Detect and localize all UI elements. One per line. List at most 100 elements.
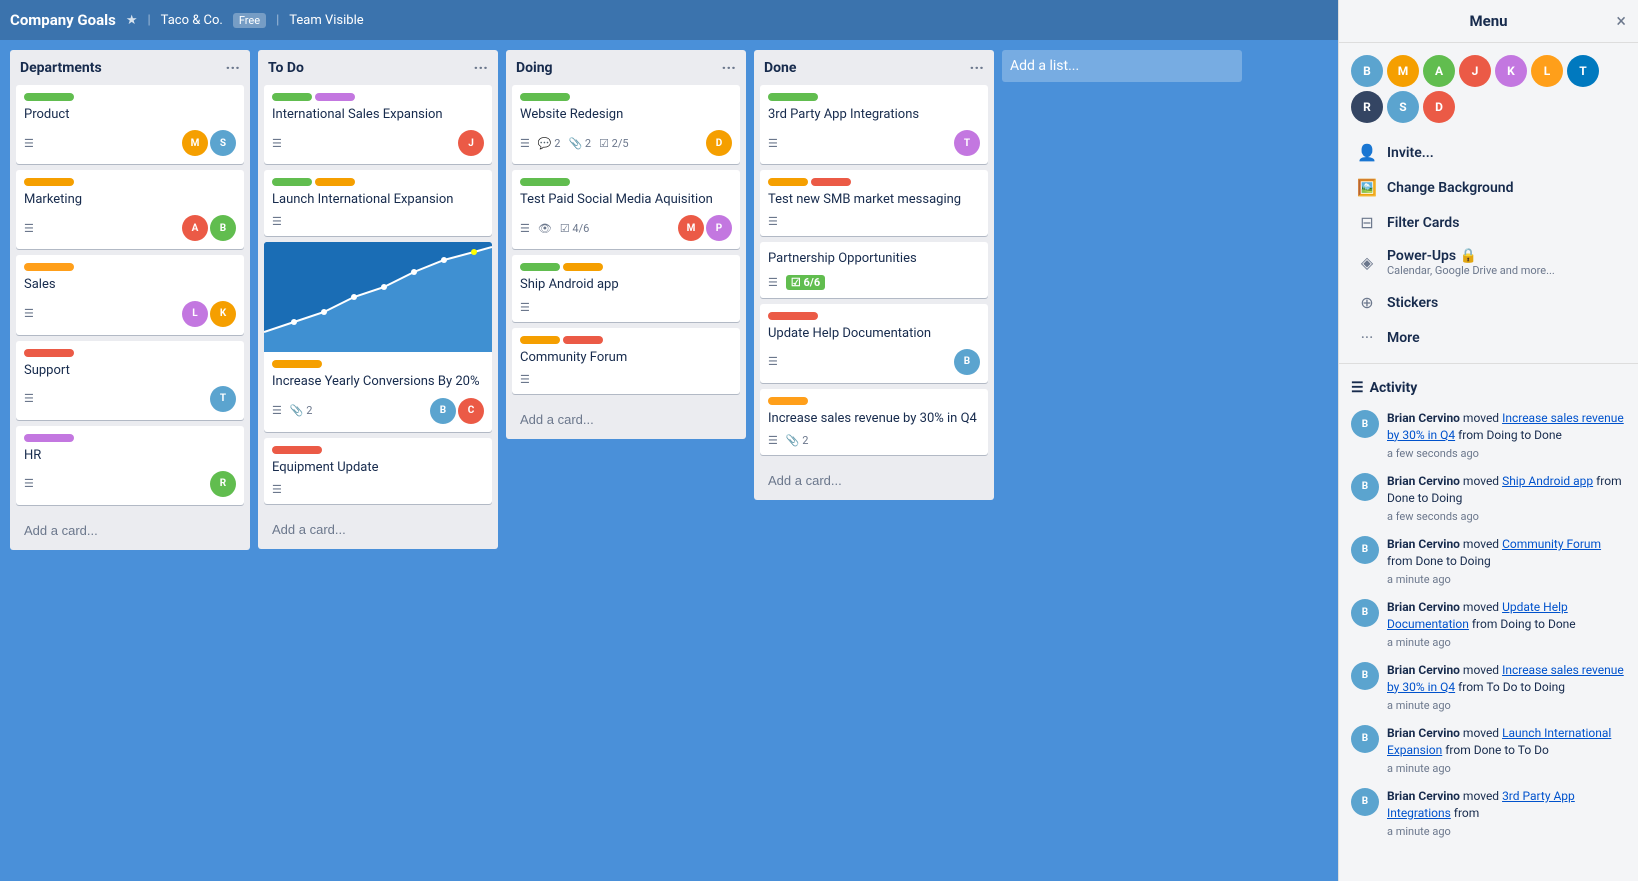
card-footer: ☰: [520, 301, 732, 314]
activity-link[interactable]: Ship Android app: [1502, 474, 1593, 488]
activity-item: BBrian Cervino moved Ship Android app fr…: [1351, 467, 1626, 530]
add-card-button[interactable]: Add a card...: [16, 517, 244, 544]
menu-item-sub: Calendar, Google Drive and more...: [1387, 264, 1555, 277]
avatar: J: [1459, 55, 1491, 87]
menu-item-icon-filter: ⊟: [1357, 213, 1377, 232]
card-website-redesign[interactable]: Website Redesign☰💬 2📎 2☑ 2/5D: [512, 85, 740, 164]
card-ship-android[interactable]: Ship Android app☰: [512, 255, 740, 321]
card-hr[interactable]: HR☰R: [16, 426, 244, 505]
avatar: P: [706, 215, 732, 241]
desc-icon: ☰: [272, 404, 282, 417]
activity-text: Brian Cervino moved Increase sales reven…: [1387, 662, 1626, 713]
card-avatars: T: [954, 130, 980, 156]
avatar: B: [1351, 599, 1379, 627]
card-sales[interactable]: Sales☰LK: [16, 255, 244, 334]
card-3rd-party[interactable]: 3rd Party App Integrations☰T: [760, 85, 988, 164]
add-card-button[interactable]: Add a card...: [512, 406, 740, 433]
card-footer: ☰👁☑ 4/6MP: [520, 215, 732, 241]
avatar: B: [1351, 536, 1379, 564]
card-launch-intl[interactable]: Launch International Expansion☰: [264, 170, 492, 236]
menu-item-invite[interactable]: 👤Invite...: [1347, 135, 1630, 170]
menu-item-stickers[interactable]: ⊕Stickers: [1347, 285, 1630, 320]
card-title: Test Paid Social Media Aquisition: [520, 191, 732, 209]
card-footer: ☰: [272, 483, 484, 496]
activity-text: Brian Cervino moved Ship Android app fro…: [1387, 473, 1626, 524]
card-label: [315, 93, 355, 101]
card-title: 3rd Party App Integrations: [768, 106, 980, 124]
add-card-area: Add a card...: [10, 511, 250, 550]
avatar: D: [1423, 91, 1455, 123]
list-doing: Doing···Website Redesign☰💬 2📎 2☑ 2/5DTes…: [506, 50, 746, 439]
card-label: [24, 349, 74, 357]
star-icon[interactable]: ★: [126, 13, 138, 28]
avatar: M: [1387, 55, 1419, 87]
card-labels: [272, 178, 484, 186]
card-increase-yearly[interactable]: Increase Yearly Conversions By 20%☰📎 2BC: [264, 242, 492, 431]
card-title: Increase Yearly Conversions By 20%: [272, 373, 484, 391]
card-title: Increase sales revenue by 30% in Q4: [768, 410, 980, 428]
avatar: B: [430, 398, 456, 424]
card-marketing[interactable]: Marketing☰AB: [16, 170, 244, 249]
card-support[interactable]: Support☰T: [16, 341, 244, 420]
avatar: M: [678, 215, 704, 241]
attachment-count: 📎 2: [786, 434, 809, 447]
add-list-button[interactable]: Add a list...: [1002, 50, 1242, 82]
workspace-badge: Free: [233, 13, 266, 28]
card-meta: ☰: [272, 215, 282, 228]
team-name[interactable]: Team Visible: [289, 13, 363, 28]
card-labels: [520, 263, 732, 271]
avatar: R: [210, 471, 236, 497]
card-test-smb[interactable]: Test new SMB market messaging☰: [760, 170, 988, 236]
card-test-paid-social[interactable]: Test Paid Social Media Aquisition ☰👁☑ 4/6…: [512, 170, 740, 249]
card-meta: ☰: [24, 222, 34, 235]
menu-item-change-bg[interactable]: 🖼️Change Background: [1347, 170, 1630, 205]
list-menu-icon[interactable]: ···: [474, 58, 488, 77]
list-header-doing: Doing···: [506, 50, 746, 85]
menu-item-filter[interactable]: ⊟ Filter Cards: [1347, 205, 1630, 240]
avatar: M: [182, 130, 208, 156]
card-increase-revenue[interactable]: Increase sales revenue by 30% in Q4☰📎 2: [760, 389, 988, 455]
menu-item-more[interactable]: ···More: [1347, 320, 1630, 355]
activity-item: BBrian Cervino moved Update Help Documen…: [1351, 593, 1626, 656]
activity-title: Activity: [1370, 380, 1418, 396]
card-meta: ☰: [272, 137, 282, 150]
card-label: [272, 360, 322, 368]
workspace-name[interactable]: Taco & Co.: [161, 13, 223, 28]
add-card-button[interactable]: Add a card...: [264, 516, 492, 543]
attachment-count: 📎 2: [290, 404, 313, 417]
card-title: HR: [24, 447, 236, 465]
board-title[interactable]: Company Goals: [10, 11, 116, 29]
card-label: [24, 434, 74, 442]
close-icon[interactable]: ×: [1616, 11, 1626, 32]
list-todo: To Do···International Sales Expansion☰JL…: [258, 50, 498, 549]
card-labels: [272, 446, 484, 454]
menu-item-icon-stickers: ⊕: [1357, 293, 1377, 312]
card-intl-sales[interactable]: International Sales Expansion☰J: [264, 85, 492, 164]
activity-link[interactable]: Community Forum: [1502, 537, 1601, 551]
list-departments: Departments···Product☰MSMarketing☰ABSale…: [10, 50, 250, 550]
card-label: [768, 93, 818, 101]
list-menu-icon[interactable]: ···: [226, 58, 240, 77]
card-equipment[interactable]: Equipment Update☰: [264, 438, 492, 504]
activity-text: Brian Cervino moved Community Forum from…: [1387, 536, 1626, 587]
card-partnership[interactable]: Partnership Opportunities☰☑ 6/6: [760, 242, 988, 297]
card-update-help[interactable]: Update Help Documentation☰B: [760, 304, 988, 383]
card-community-forum[interactable]: Community Forum☰: [512, 328, 740, 394]
menu-item-power-ups[interactable]: ◈Power-Ups 🔒Calendar, Google Drive and m…: [1347, 240, 1630, 285]
card-footer: ☰AB: [24, 215, 236, 241]
card-product[interactable]: Product☰MS: [16, 85, 244, 164]
menu-panel: Menu × BMAJKLTRSD 👤Invite...🖼️Change Bac…: [1338, 0, 1638, 881]
menu-item-label: Filter Cards: [1387, 215, 1459, 231]
add-card-button[interactable]: Add a card...: [760, 467, 988, 494]
list-body-departments: Product☰MSMarketing☰ABSales☰LKSupport☰TH…: [10, 85, 250, 511]
card-label: [272, 446, 322, 454]
list-menu-icon[interactable]: ···: [722, 58, 736, 77]
card-footer: ☰💬 2📎 2☑ 2/5D: [520, 130, 732, 156]
desc-icon: ☰: [768, 276, 778, 289]
card-labels: [520, 178, 732, 186]
chart-image: [264, 242, 492, 352]
list-menu-icon[interactable]: ···: [970, 58, 984, 77]
avatar: B: [1351, 55, 1383, 87]
avatar: S: [210, 130, 236, 156]
card-label: [563, 263, 603, 271]
